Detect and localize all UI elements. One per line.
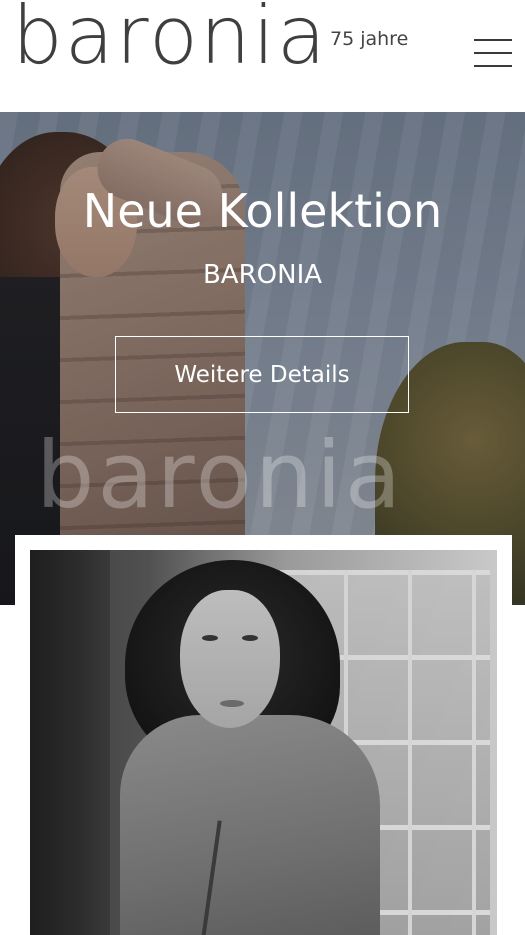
menu-bar-middle	[474, 52, 512, 54]
photo-model-mouth	[220, 700, 244, 707]
hero-watermark-logo: baronia	[36, 422, 405, 529]
site-header: baronia 75 jahre	[0, 0, 525, 112]
hamburger-menu-icon[interactable]	[474, 37, 512, 69]
photo-model-face	[180, 590, 280, 728]
details-button[interactable]: Weitere Details	[115, 336, 409, 413]
photo-model-eye-right	[242, 635, 258, 641]
photo-background-wall	[30, 550, 110, 935]
hero-banner: Neue Kollektion BARONIA Weitere Details …	[0, 112, 525, 605]
menu-bar-top	[474, 39, 512, 41]
page: baronia 75 jahre Neue Kollektion BARONIA…	[0, 0, 525, 935]
anniversary-tagline: 75 jahre	[330, 28, 409, 50]
product-card[interactable]	[15, 535, 512, 935]
photo-model-jacket	[120, 715, 380, 935]
photo-model-eye-left	[202, 635, 218, 641]
menu-bar-bottom	[474, 65, 512, 67]
hero-title: Neue Kollektion	[82, 184, 443, 238]
brand-logo[interactable]: baronia	[12, 0, 328, 76]
hero-subtitle: BARONIA	[202, 260, 323, 290]
product-photo[interactable]	[30, 550, 497, 935]
